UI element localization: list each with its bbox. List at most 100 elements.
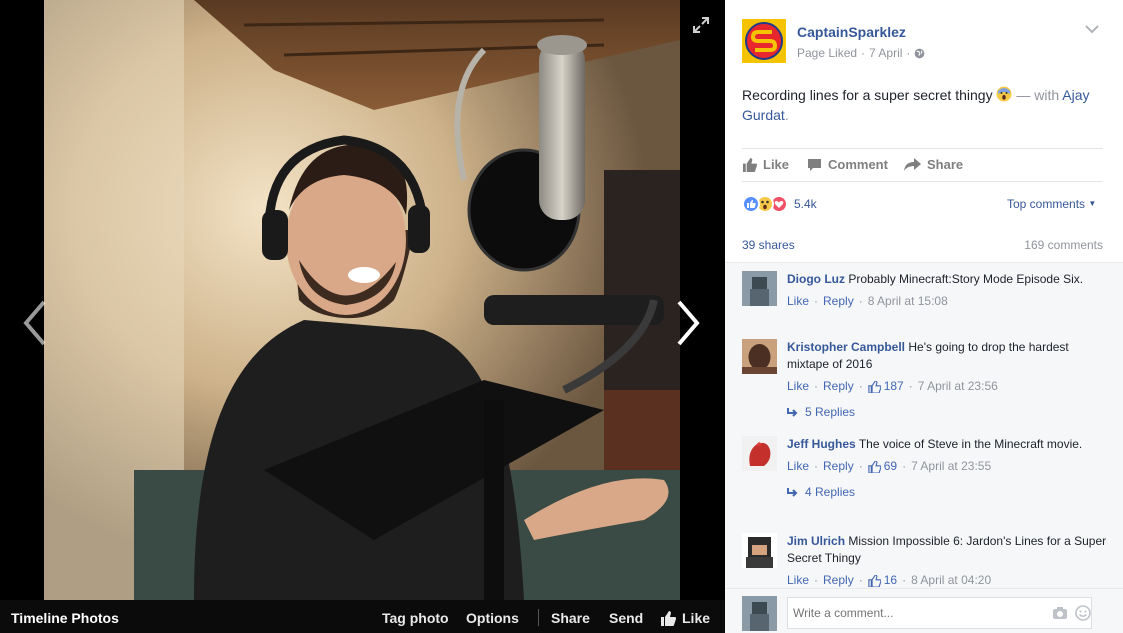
comment-reply-button[interactable]: Reply [823, 293, 854, 310]
avatar[interactable] [742, 533, 777, 568]
separator: · [814, 379, 819, 393]
chevron-right-icon[interactable] [673, 298, 703, 348]
comment-actions: Like · Reply · 16 · 8 April at 04:20 [787, 572, 1107, 588]
top-comments-dropdown[interactable]: Top comments ▼ [1007, 197, 1096, 211]
comment-input[interactable] [787, 597, 1092, 629]
comment-like-button[interactable]: Like [787, 293, 809, 310]
comment-like-count[interactable]: 69 [868, 458, 897, 475]
globe-icon[interactable] [914, 48, 925, 59]
like-count-value: 16 [883, 573, 898, 587]
comment-reply-button[interactable]: Reply [823, 458, 854, 475]
comment-timestamp-link[interactable]: 7 April at 23:56 [918, 378, 998, 395]
reaction-summary[interactable]: 5.4k [742, 195, 817, 213]
comment-list: Diogo Luz Probably Minecraft:Story Mode … [725, 262, 1123, 588]
thumbs-up-icon [868, 460, 881, 473]
send-photo-button[interactable]: Send [609, 610, 643, 626]
like-label: Like [763, 157, 790, 172]
comment-actions: Like · Reply · 8 April at 15:08 [787, 293, 1107, 310]
tag-suffix: . [784, 107, 789, 123]
view-replies-link[interactable]: 4 Replies [787, 484, 1107, 501]
comment-timestamp-link[interactable]: 8 April at 04:20 [911, 572, 991, 588]
commenter-name-link[interactable]: Jeff Hughes [787, 437, 856, 451]
comment-composer [725, 588, 1123, 633]
separator: · [858, 294, 863, 308]
post-date-link[interactable]: 7 April [869, 46, 902, 60]
avatar[interactable] [742, 436, 777, 471]
separator: · [858, 573, 863, 587]
comment-icon [808, 158, 821, 171]
comment-timestamp-link[interactable]: 7 April at 23:55 [911, 458, 991, 475]
comment-like-button[interactable]: Like [787, 572, 809, 588]
caret-down-icon: ▼ [1088, 199, 1097, 208]
comment-text: The voice of Steve in the Minecraft movi… [858, 437, 1083, 451]
like-button[interactable]: Like [742, 157, 789, 172]
avatar [742, 596, 777, 631]
reaction-count[interactable]: 5.4k [794, 197, 817, 211]
like-photo-button[interactable]: Like [660, 610, 710, 626]
share-icon [904, 158, 921, 171]
chevron-down-icon[interactable] [1085, 24, 1099, 34]
comment-text: Probably Minecraft:Story Mode Episode Si… [848, 272, 1084, 286]
comment-reply-button[interactable]: Reply [823, 572, 854, 588]
photo [44, 0, 680, 600]
album-title-link[interactable]: Timeline Photos [11, 610, 119, 626]
page-avatar[interactable] [742, 19, 786, 63]
avatar[interactable] [742, 271, 777, 306]
comment-actions: Like · Reply · 187 · 7 April at 23:56 [787, 378, 1107, 395]
comment-reply-button[interactable]: Reply [823, 378, 854, 395]
reply-arrow-icon [787, 487, 798, 497]
thumbs-up-icon [661, 610, 676, 626]
expand-icon[interactable] [692, 16, 710, 34]
like-count-value: 187 [883, 379, 904, 393]
page-name-link[interactable]: CaptainSparklez [797, 24, 906, 40]
comments-count-link[interactable]: 169 comments [1024, 238, 1103, 252]
separator: · [908, 379, 913, 393]
share-button[interactable]: Share [904, 157, 963, 172]
separator: · [858, 459, 863, 473]
page-liked-status[interactable]: Page Liked [797, 46, 857, 60]
with-prefix: — with [1016, 87, 1060, 103]
separator: · [902, 459, 907, 473]
comment-timestamp-link[interactable]: 8 April at 15:08 [868, 293, 948, 310]
like-photo-label: Like [682, 610, 711, 626]
comment-like-button[interactable]: Like [787, 458, 809, 475]
share-photo-button[interactable]: Share [551, 610, 590, 626]
post-message: Recording lines for a super secret thing… [742, 87, 993, 103]
comment-like-count[interactable]: 187 [868, 378, 904, 395]
comment-actions: Like · Reply · 69 · 7 April at 23:55 [787, 458, 1107, 475]
separator: · [814, 294, 819, 308]
options-button[interactable]: Options [466, 610, 519, 626]
photo-action-bar: Timeline Photos Tag photo Options Share … [0, 600, 725, 633]
comment-button[interactable]: Comment [807, 157, 888, 172]
emoji-icon[interactable] [1075, 605, 1091, 621]
comment-like-button[interactable]: Like [787, 378, 809, 395]
meta-separator: · [906, 46, 911, 60]
commenter-name-link[interactable]: Kristopher Campbell [787, 340, 905, 354]
like-reaction-icon [742, 195, 760, 213]
tag-photo-button[interactable]: Tag photo [382, 610, 449, 626]
camera-icon[interactable] [1052, 606, 1068, 620]
avatar[interactable] [742, 339, 777, 374]
separator: · [814, 573, 819, 587]
thumbs-up-icon [742, 157, 757, 172]
meta-separator: · [861, 46, 866, 60]
comment-label: Comment [828, 157, 888, 172]
separator: · [814, 459, 819, 473]
post-panel: CaptainSparklez Page Liked · 7 April · R… [725, 0, 1123, 633]
reply-arrow-icon [787, 407, 798, 417]
share-label: Share [927, 157, 964, 172]
commenter-name-link[interactable]: Diogo Luz [787, 272, 845, 286]
post-text: Recording lines for a super secret thing… [742, 85, 1102, 125]
separator: · [902, 573, 907, 587]
comment-like-count[interactable]: 16 [868, 572, 897, 588]
post-meta: Page Liked · 7 April · [797, 46, 925, 60]
thumbs-up-icon [868, 380, 881, 393]
photo-stage: Timeline Photos Tag photo Options Share … [0, 0, 725, 633]
replies-label: 5 Replies [805, 405, 856, 419]
divider [538, 609, 539, 626]
shares-count-link[interactable]: 39 shares [742, 238, 795, 252]
view-replies-link[interactable]: 5 Replies [787, 404, 1107, 421]
like-count-value: 69 [883, 459, 898, 473]
commenter-name-link[interactable]: Jim Ulrich [787, 534, 845, 548]
chevron-left-icon[interactable] [20, 298, 50, 348]
